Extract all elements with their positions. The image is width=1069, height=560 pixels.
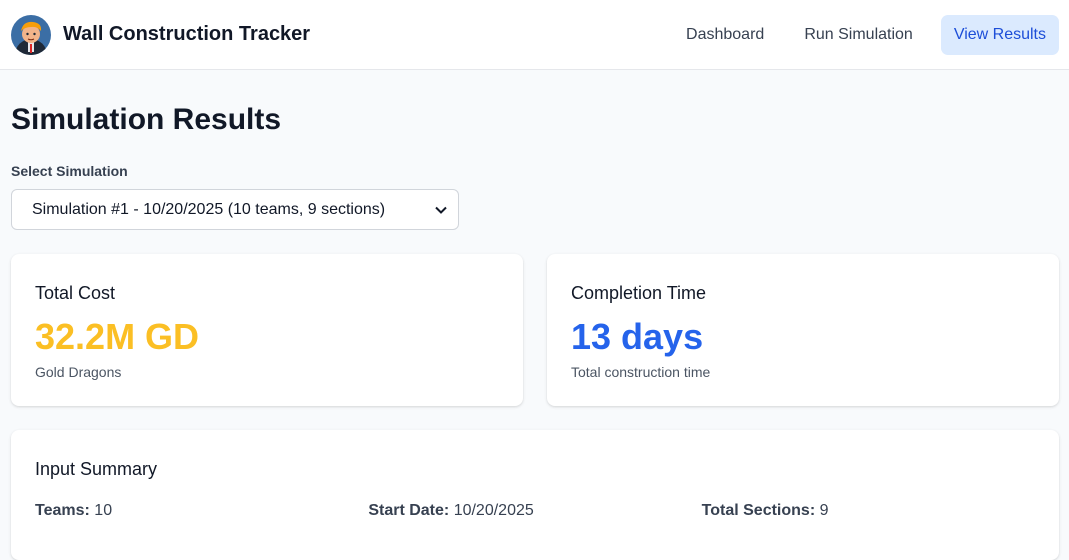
app-title: Wall Construction Tracker bbox=[63, 23, 311, 45]
nav-view-results[interactable]: View Results bbox=[940, 14, 1059, 55]
avatar-logo-icon[interactable] bbox=[11, 14, 51, 55]
total-cost-title: Total Cost bbox=[35, 283, 116, 303]
completion-time-value: 13 days bbox=[571, 316, 704, 357]
total-cost-card: Total Cost 32.2M GD Gold Dragons bbox=[11, 254, 523, 406]
input-summary-row: Teams: 10 Start Date: 10/20/2025 Total S… bbox=[35, 502, 1035, 520]
nav-run-simulation[interactable]: Run Simulation bbox=[791, 16, 926, 54]
nav-dashboard[interactable]: Dashboard bbox=[673, 16, 777, 54]
summary-total-sections: Total Sections: 9 bbox=[702, 502, 1035, 520]
summary-teams-value: 10 bbox=[94, 502, 113, 519]
select-simulation-label: Select Simulation bbox=[11, 163, 128, 179]
summary-total-sections-label: Total Sections: bbox=[701, 502, 816, 519]
summary-total-sections-value: 9 bbox=[819, 502, 829, 519]
completion-time-card: Completion Time 13 days Total constructi… bbox=[547, 254, 1059, 406]
simulation-select-value: Simulation #1 - 10/20/2025 (10 teams, 9 … bbox=[32, 200, 386, 218]
completion-time-title: Completion Time bbox=[571, 283, 707, 303]
input-summary-title: Input Summary bbox=[35, 459, 158, 479]
top-navbar: Wall Construction Tracker Dashboard Run … bbox=[0, 0, 1069, 70]
main-nav: Dashboard Run Simulation View Results bbox=[659, 14, 1059, 55]
summary-teams-label: Teams: bbox=[35, 502, 90, 519]
input-summary-card: Input Summary Teams: 10 Start Date: 10/2… bbox=[11, 430, 1059, 560]
summary-start-date-label: Start Date: bbox=[368, 502, 450, 519]
summary-teams: Teams: 10 bbox=[35, 502, 368, 520]
summary-start-date: Start Date: 10/20/2025 bbox=[368, 502, 701, 520]
total-cost-unit: Gold Dragons bbox=[35, 364, 122, 380]
simulation-select[interactable]: Simulation #1 - 10/20/2025 (10 teams, 9 … bbox=[11, 189, 459, 230]
completion-time-subtitle: Total construction time bbox=[571, 364, 711, 380]
summary-start-date-value: 10/20/2025 bbox=[453, 502, 534, 519]
page-title: Simulation Results bbox=[11, 103, 282, 136]
chevron-down-icon bbox=[435, 203, 447, 217]
total-cost-value: 32.2M GD bbox=[35, 316, 200, 357]
